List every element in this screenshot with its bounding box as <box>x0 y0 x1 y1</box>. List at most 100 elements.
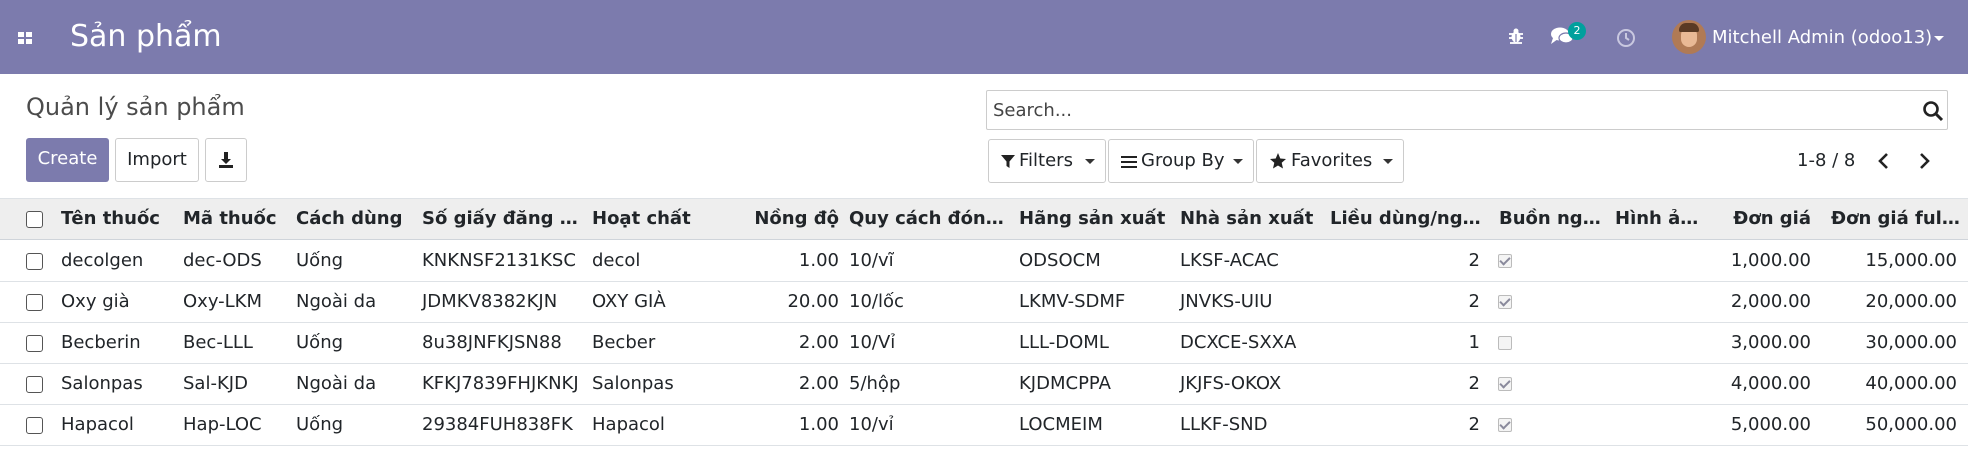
table-row[interactable]: Hapacol Hap-LOC Uống 29384FUH838FK Hapacol 1.… <box>0 405 1968 446</box>
cell-dose: 2 <box>1468 373 1480 394</box>
column-header[interactable]: Nồng độ <box>717 199 844 239</box>
column-header[interactable]: Nhà sản xuất <box>1175 199 1325 239</box>
column-header[interactable]: Liều dùng/ngà... <box>1325 199 1493 239</box>
cell-pack: 5/hộp <box>849 373 901 394</box>
user-avatar[interactable] <box>1672 20 1706 54</box>
search-input[interactable] <box>993 91 1893 129</box>
cell-code: dec-ODS <box>183 250 262 271</box>
star-icon <box>1270 153 1286 169</box>
cell-maker: LLKF-SND <box>1180 414 1268 435</box>
table-row[interactable]: decolgen dec-ODS Uống KNKNSF2131KSC decol 1.0… <box>0 241 1968 282</box>
cell-conc: 20.00 <box>787 291 839 312</box>
cell-image <box>1610 282 1704 322</box>
cell-brand: LLL-DOML <box>1019 332 1109 353</box>
cell-pack: 10/Vỉ <box>849 332 896 353</box>
cell-dose: 2 <box>1468 291 1480 312</box>
cell-maker: JNVKS-UIU <box>1180 291 1273 312</box>
cell-name: decolgen <box>61 250 144 271</box>
product-list-table: Tên thuốc Mã thuốc Cách dùng Số giấy đăn… <box>0 198 1968 452</box>
column-header[interactable]: Số giấy đăng k... <box>417 199 587 239</box>
cell-brand: LKMV-SDMF <box>1019 291 1126 312</box>
cell-name: Hapacol <box>61 414 134 435</box>
cell-name: Oxy già <box>61 291 130 312</box>
cell-brand: KJDMCPPA <box>1019 373 1111 394</box>
breadcrumb: Quản lý sản phẩm <box>26 93 245 121</box>
column-header[interactable]: Đơn giá full... <box>1826 199 1966 239</box>
search-box <box>986 90 1948 130</box>
create-button[interactable]: Create <box>26 138 109 182</box>
drowsy-checkbox <box>1498 418 1512 432</box>
cell-price: 4,000.00 <box>1730 373 1811 394</box>
download-button[interactable] <box>205 138 247 182</box>
user-name[interactable]: Mitchell Admin (odoo13) <box>1712 27 1932 49</box>
drowsy-checkbox <box>1498 295 1512 309</box>
user-menu-caret-icon[interactable] <box>1934 36 1944 41</box>
column-header[interactable]: Buồn ngủ... <box>1494 199 1610 239</box>
cell-dose: 1 <box>1468 332 1480 353</box>
cell-price: 1,000.00 <box>1730 250 1811 271</box>
column-header[interactable]: Hình ảnh <box>1610 199 1704 239</box>
favorites-label: Favorites <box>1291 150 1373 171</box>
cell-conc: 1.00 <box>798 250 839 271</box>
column-header[interactable]: Hoạt chất <box>587 199 717 239</box>
cell-price-full: 20,000.00 <box>1865 291 1957 312</box>
cell-reg: 8u38JNFKJSN88 <box>422 332 562 353</box>
drowsy-checkbox <box>1498 377 1512 391</box>
clock-icon[interactable] <box>1616 28 1636 48</box>
bug-icon[interactable] <box>1506 26 1526 46</box>
favorites-button[interactable]: Favorites <box>1256 139 1404 183</box>
cell-ingredient: Hapacol <box>592 414 665 435</box>
cell-price: 3,000.00 <box>1730 332 1811 353</box>
cell-price-full: 40,000.00 <box>1865 373 1957 394</box>
row-select-checkbox[interactable] <box>26 417 43 434</box>
column-header[interactable]: Đơn giá <box>1704 199 1816 239</box>
select-all-checkbox[interactable] <box>26 211 43 228</box>
cell-ingredient: Becber <box>592 332 656 353</box>
cell-code: Oxy-LKM <box>183 291 263 312</box>
table-row[interactable]: Salonpas Sal-KJD Ngoài da KFKJ7839FHJKNKJ Sa… <box>0 364 1968 405</box>
column-header[interactable]: Mã thuốc <box>178 199 290 239</box>
column-header[interactable]: Hãng sản xuất <box>1014 199 1175 239</box>
row-select-checkbox[interactable] <box>26 294 43 311</box>
import-button[interactable]: Import <box>115 138 199 182</box>
pager-value[interactable]: 1-8 / 8 <box>1797 150 1855 172</box>
filter-icon <box>1001 155 1015 168</box>
groupby-button[interactable]: Group By <box>1108 139 1254 183</box>
filters-button[interactable]: Filters <box>988 139 1106 183</box>
row-select-checkbox[interactable] <box>26 253 43 270</box>
download-icon <box>219 152 233 168</box>
cell-brand: ODSOCM <box>1019 250 1101 271</box>
table-row[interactable]: Oxy già Oxy-LKM Ngoài da JDMKV8382KJN OXY GI… <box>0 282 1968 323</box>
cell-usage: Uống <box>296 414 344 435</box>
row-select-checkbox[interactable] <box>26 376 43 393</box>
cell-maker: DCXCE-SXXA <box>1180 332 1297 353</box>
table-row[interactable]: Becberin Bec-LLL Uống 8u38JNFKJSN88 Becber 2.… <box>0 323 1968 364</box>
chevron-down-icon <box>1233 159 1243 164</box>
chevron-right-icon[interactable] <box>1916 152 1932 170</box>
groupby-label: Group By <box>1141 150 1225 171</box>
chevron-down-icon <box>1383 159 1393 164</box>
chevron-left-icon[interactable] <box>1876 152 1892 170</box>
apps-menu-icon[interactable] <box>18 32 34 44</box>
cell-ingredient: OXY GIÀ <box>592 291 666 312</box>
column-header[interactable]: Tên thuốc <box>56 199 178 239</box>
cell-pack: 10/vỉ <box>849 414 894 435</box>
cell-conc: 2.00 <box>798 332 839 353</box>
drowsy-checkbox <box>1498 254 1512 268</box>
column-header[interactable]: Cách dùng <box>291 199 417 239</box>
cell-dose: 2 <box>1468 250 1480 271</box>
cell-maker: JKJFS-OKOX <box>1180 373 1282 394</box>
cell-reg: JDMKV8382KJN <box>422 291 558 312</box>
cell-price-full: 15,000.00 <box>1865 250 1957 271</box>
list-icon <box>1121 156 1137 168</box>
chevron-down-icon <box>1085 159 1095 164</box>
app-title[interactable]: Sản phẩm <box>70 18 222 56</box>
table-header: Tên thuốc Mã thuốc Cách dùng Số giấy đăn… <box>0 198 1968 240</box>
cell-reg: KNKNSF2131KSC <box>422 250 576 271</box>
cell-pack: 10/vĩ <box>849 250 894 271</box>
cell-reg: 29384FUH838FK <box>422 414 573 435</box>
row-select-checkbox[interactable] <box>26 335 43 352</box>
cell-code: Bec-LLL <box>183 332 253 353</box>
column-header[interactable]: Quy cách đóng ... <box>844 199 1014 239</box>
search-icon[interactable] <box>1922 100 1944 122</box>
